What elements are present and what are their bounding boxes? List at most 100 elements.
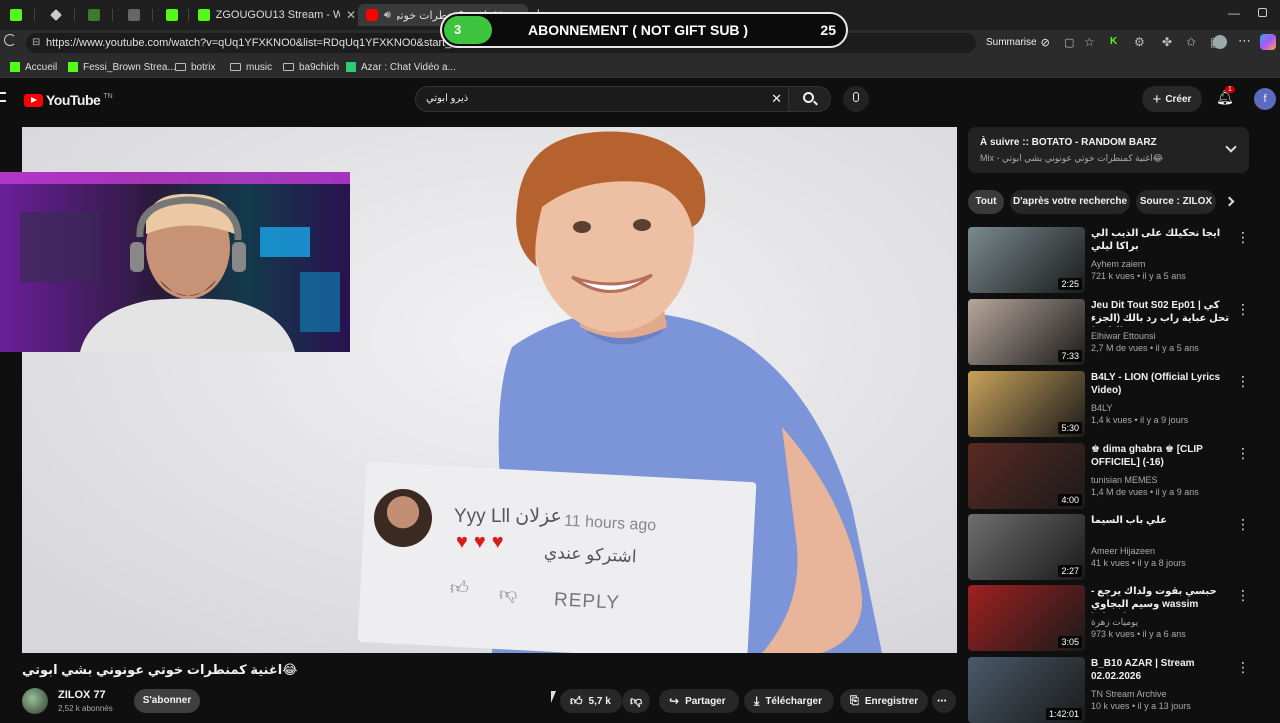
- tab-kick-2[interactable]: [166, 4, 184, 26]
- restore-button[interactable]: [1258, 8, 1267, 17]
- dislike-button[interactable]: 👎︎: [622, 689, 650, 713]
- microphone-icon: [853, 92, 859, 102]
- recommendation-meta: 41 k vues • il y a 8 jours: [1091, 558, 1186, 568]
- thumbs-up-icon: 👍︎: [570, 693, 583, 708]
- more-vert-icon[interactable]: ⋮: [1236, 587, 1250, 604]
- video-thumbnail[interactable]: 3:05: [968, 585, 1085, 651]
- video-thumbnail[interactable]: 1:42:01: [968, 657, 1085, 723]
- bookmark-accueil[interactable]: Accueil: [10, 59, 57, 75]
- recommendation-item[interactable]: 7:33 Jeu Dit Tout S02 Ep01 | كي تحل عباية…: [968, 299, 1258, 365]
- share-button[interactable]: ↪ Partager: [659, 689, 739, 713]
- recommendation-item[interactable]: 2:27 علي باب السيما Ameer Hijazeen 41 k vue…: [968, 514, 1258, 580]
- extension-puzzle-icon[interactable]: ✤: [1162, 35, 1172, 49]
- minimize-button[interactable]: —: [1228, 6, 1240, 20]
- recommendation-meta: 10 k vues • il y a 13 jours: [1091, 701, 1191, 711]
- recommendation-title[interactable]: B_B10 AZAR | Stream 02.02.2026: [1091, 657, 1233, 683]
- hamburger-menu-icon[interactable]: [0, 92, 6, 102]
- filter-chip-search-based[interactable]: D'après votre recherche: [1010, 190, 1130, 214]
- recommendation-item[interactable]: 4:00 ♚ dima ghabra ♚ [CLIP OFFICIEL] (-16…: [968, 443, 1258, 509]
- more-vert-icon[interactable]: ⋮: [1236, 373, 1250, 390]
- recommendation-channel[interactable]: Ayhem zaiem: [1091, 258, 1145, 270]
- site-info-icon[interactable]: ⊟: [32, 33, 40, 53]
- recommendation-title[interactable]: علي باب السيما: [1091, 514, 1233, 527]
- recommendation-channel[interactable]: Elhiwar Ettounsi: [1091, 330, 1156, 342]
- recommendation-channel[interactable]: TN Stream Archive: [1091, 688, 1167, 700]
- tab-game[interactable]: [88, 4, 106, 26]
- recommendation-title[interactable]: B4LY - LION (Official Lyrics Video): [1091, 371, 1233, 397]
- chevron-down-icon[interactable]: [1225, 141, 1237, 153]
- summarise-button[interactable]: Summarise ⊘: [986, 36, 1050, 49]
- search-button[interactable]: [789, 86, 831, 112]
- tab-kick-1[interactable]: [10, 4, 28, 26]
- extension-gear-icon[interactable]: ⚙: [1134, 35, 1145, 49]
- tab-zgougou-stream[interactable]: ZGOUGOU13 Stream - Watch Live ✕: [198, 4, 356, 26]
- reload-icon[interactable]: [4, 34, 16, 46]
- more-vert-icon[interactable]: ⋮: [1236, 659, 1250, 676]
- recommendation-meta: 973 k vues • il y a 6 ans: [1091, 629, 1186, 639]
- video-thumbnail[interactable]: 7:33: [968, 299, 1085, 365]
- voice-search-button[interactable]: [843, 86, 869, 112]
- menu-dots-icon[interactable]: ⋯: [1238, 33, 1251, 49]
- bookmark-icon: ⎘: [850, 694, 859, 707]
- video-thumbnail[interactable]: 5:30: [968, 371, 1085, 437]
- recommendation-channel[interactable]: B4LY: [1091, 402, 1112, 414]
- youtube-logo[interactable]: YouTube TN: [24, 92, 113, 108]
- channel-avatar[interactable]: [22, 688, 48, 714]
- video-thumbnail[interactable]: 4:00: [968, 443, 1085, 509]
- clear-search-icon[interactable]: ✕: [771, 91, 782, 107]
- tab-diamond[interactable]: [50, 4, 68, 26]
- playlist-title: À suivre :: BOTATO - RANDOM BARZ: [980, 137, 1157, 148]
- tab-doc[interactable]: [128, 4, 146, 26]
- filter-chip-all[interactable]: Tout: [968, 190, 1004, 214]
- bookmark-fessi-brown[interactable]: Fessi_Brown Strea...: [68, 59, 176, 75]
- account-avatar[interactable]: f: [1254, 88, 1276, 110]
- more-vert-icon[interactable]: ⋮: [1236, 445, 1250, 462]
- recommendation-title[interactable]: Jeu Dit Tout S02 Ep01 | كي تحل عباية راب…: [1091, 299, 1233, 327]
- extension-kick-icon[interactable]: K: [1110, 36, 1117, 47]
- more-vert-icon[interactable]: ⋮: [1236, 229, 1250, 246]
- video-thumbnail[interactable]: 2:27: [968, 514, 1085, 580]
- chevron-right-icon[interactable]: [1224, 196, 1235, 207]
- recommendation-channel[interactable]: Ameer Hijazeen: [1091, 545, 1155, 557]
- more-vert-icon[interactable]: ⋮: [1236, 301, 1250, 318]
- bookmark-azar[interactable]: Azar : Chat Vidéo a...: [346, 59, 456, 75]
- recommendation-item[interactable]: 1:42:01 B_B10 AZAR | Stream 02.02.2026 TN …: [968, 657, 1258, 723]
- channel-name[interactable]: ZILOX 77: [58, 689, 106, 701]
- playlist-panel[interactable]: À suivre :: BOTATO - RANDOM BARZ Mix - ا…: [968, 127, 1249, 173]
- recommendation-channel[interactable]: tunisian MEMES: [1091, 474, 1158, 486]
- subscription-goal-banner: 3 ABONNEMENT ( NOT GIFT SUB ) 25: [440, 12, 848, 48]
- bookmark-music[interactable]: music: [230, 59, 272, 75]
- more-vert-icon[interactable]: ⋮: [1236, 516, 1250, 533]
- filter-chip-source[interactable]: Source : ZILOX: [1136, 190, 1216, 214]
- recommendation-channel[interactable]: يوميات زهرة: [1091, 616, 1138, 628]
- bookmark-ba9chich[interactable]: ba9chich: [283, 59, 339, 75]
- summarise-icon: ⊘: [1040, 37, 1050, 49]
- download-button[interactable]: ⤓ Télécharger: [744, 689, 834, 713]
- profile-avatar[interactable]: [1213, 35, 1227, 49]
- video-thumbnail[interactable]: 2:25: [968, 227, 1085, 293]
- document-icon: [128, 9, 140, 21]
- recommendation-title[interactable]: ايجا نحكيلك على الذيب الي براكا ليلي: [1091, 227, 1233, 253]
- split-view-icon[interactable]: ▢: [1064, 36, 1074, 49]
- create-button[interactable]: + Créer: [1142, 86, 1202, 112]
- recommendation-title[interactable]: ♚ dima ghabra ♚ [CLIP OFFICIEL] (-16): [1091, 443, 1233, 469]
- kick-icon: [166, 9, 178, 21]
- favorites-icon[interactable]: ✩: [1186, 35, 1196, 49]
- like-button[interactable]: 👍︎ 5,7 k: [560, 689, 622, 713]
- copilot-icon[interactable]: [1260, 34, 1276, 50]
- recommendation-item[interactable]: 3:05 حبسي بقوت ولداك يرجع - وسيم البجاوي …: [968, 585, 1258, 651]
- save-button[interactable]: ⎘ Enregistrer: [840, 689, 928, 713]
- subscribe-button[interactable]: S'abonner: [134, 689, 200, 713]
- more-actions-button[interactable]: ⋯: [932, 689, 956, 713]
- speaker-icon[interactable]: 🔊︎: [384, 9, 391, 22]
- recommendation-title[interactable]: حبسي بقوت ولداك يرجع - وسيم البجاوي wass…: [1091, 585, 1233, 613]
- notifications-button[interactable]: 🔔︎ 1: [1216, 86, 1235, 107]
- recommendation-item[interactable]: 2:25 ايجا نحكيلك على الذيب الي براكا ليلي…: [968, 227, 1258, 293]
- close-tab-icon[interactable]: ✕: [346, 8, 356, 22]
- recommendation-item[interactable]: 5:30 B4LY - LION (Official Lyrics Video) B…: [968, 371, 1258, 437]
- search-input[interactable]: ذيرو ابوتي ✕: [415, 86, 789, 112]
- favorite-star-icon[interactable]: ☆: [1084, 35, 1095, 49]
- bookmark-botrix[interactable]: botrix: [175, 59, 215, 75]
- bookmarks-bar: Accueil Fessi_Brown Strea... botrix musi…: [0, 56, 1280, 78]
- webcam-image: [0, 172, 350, 352]
